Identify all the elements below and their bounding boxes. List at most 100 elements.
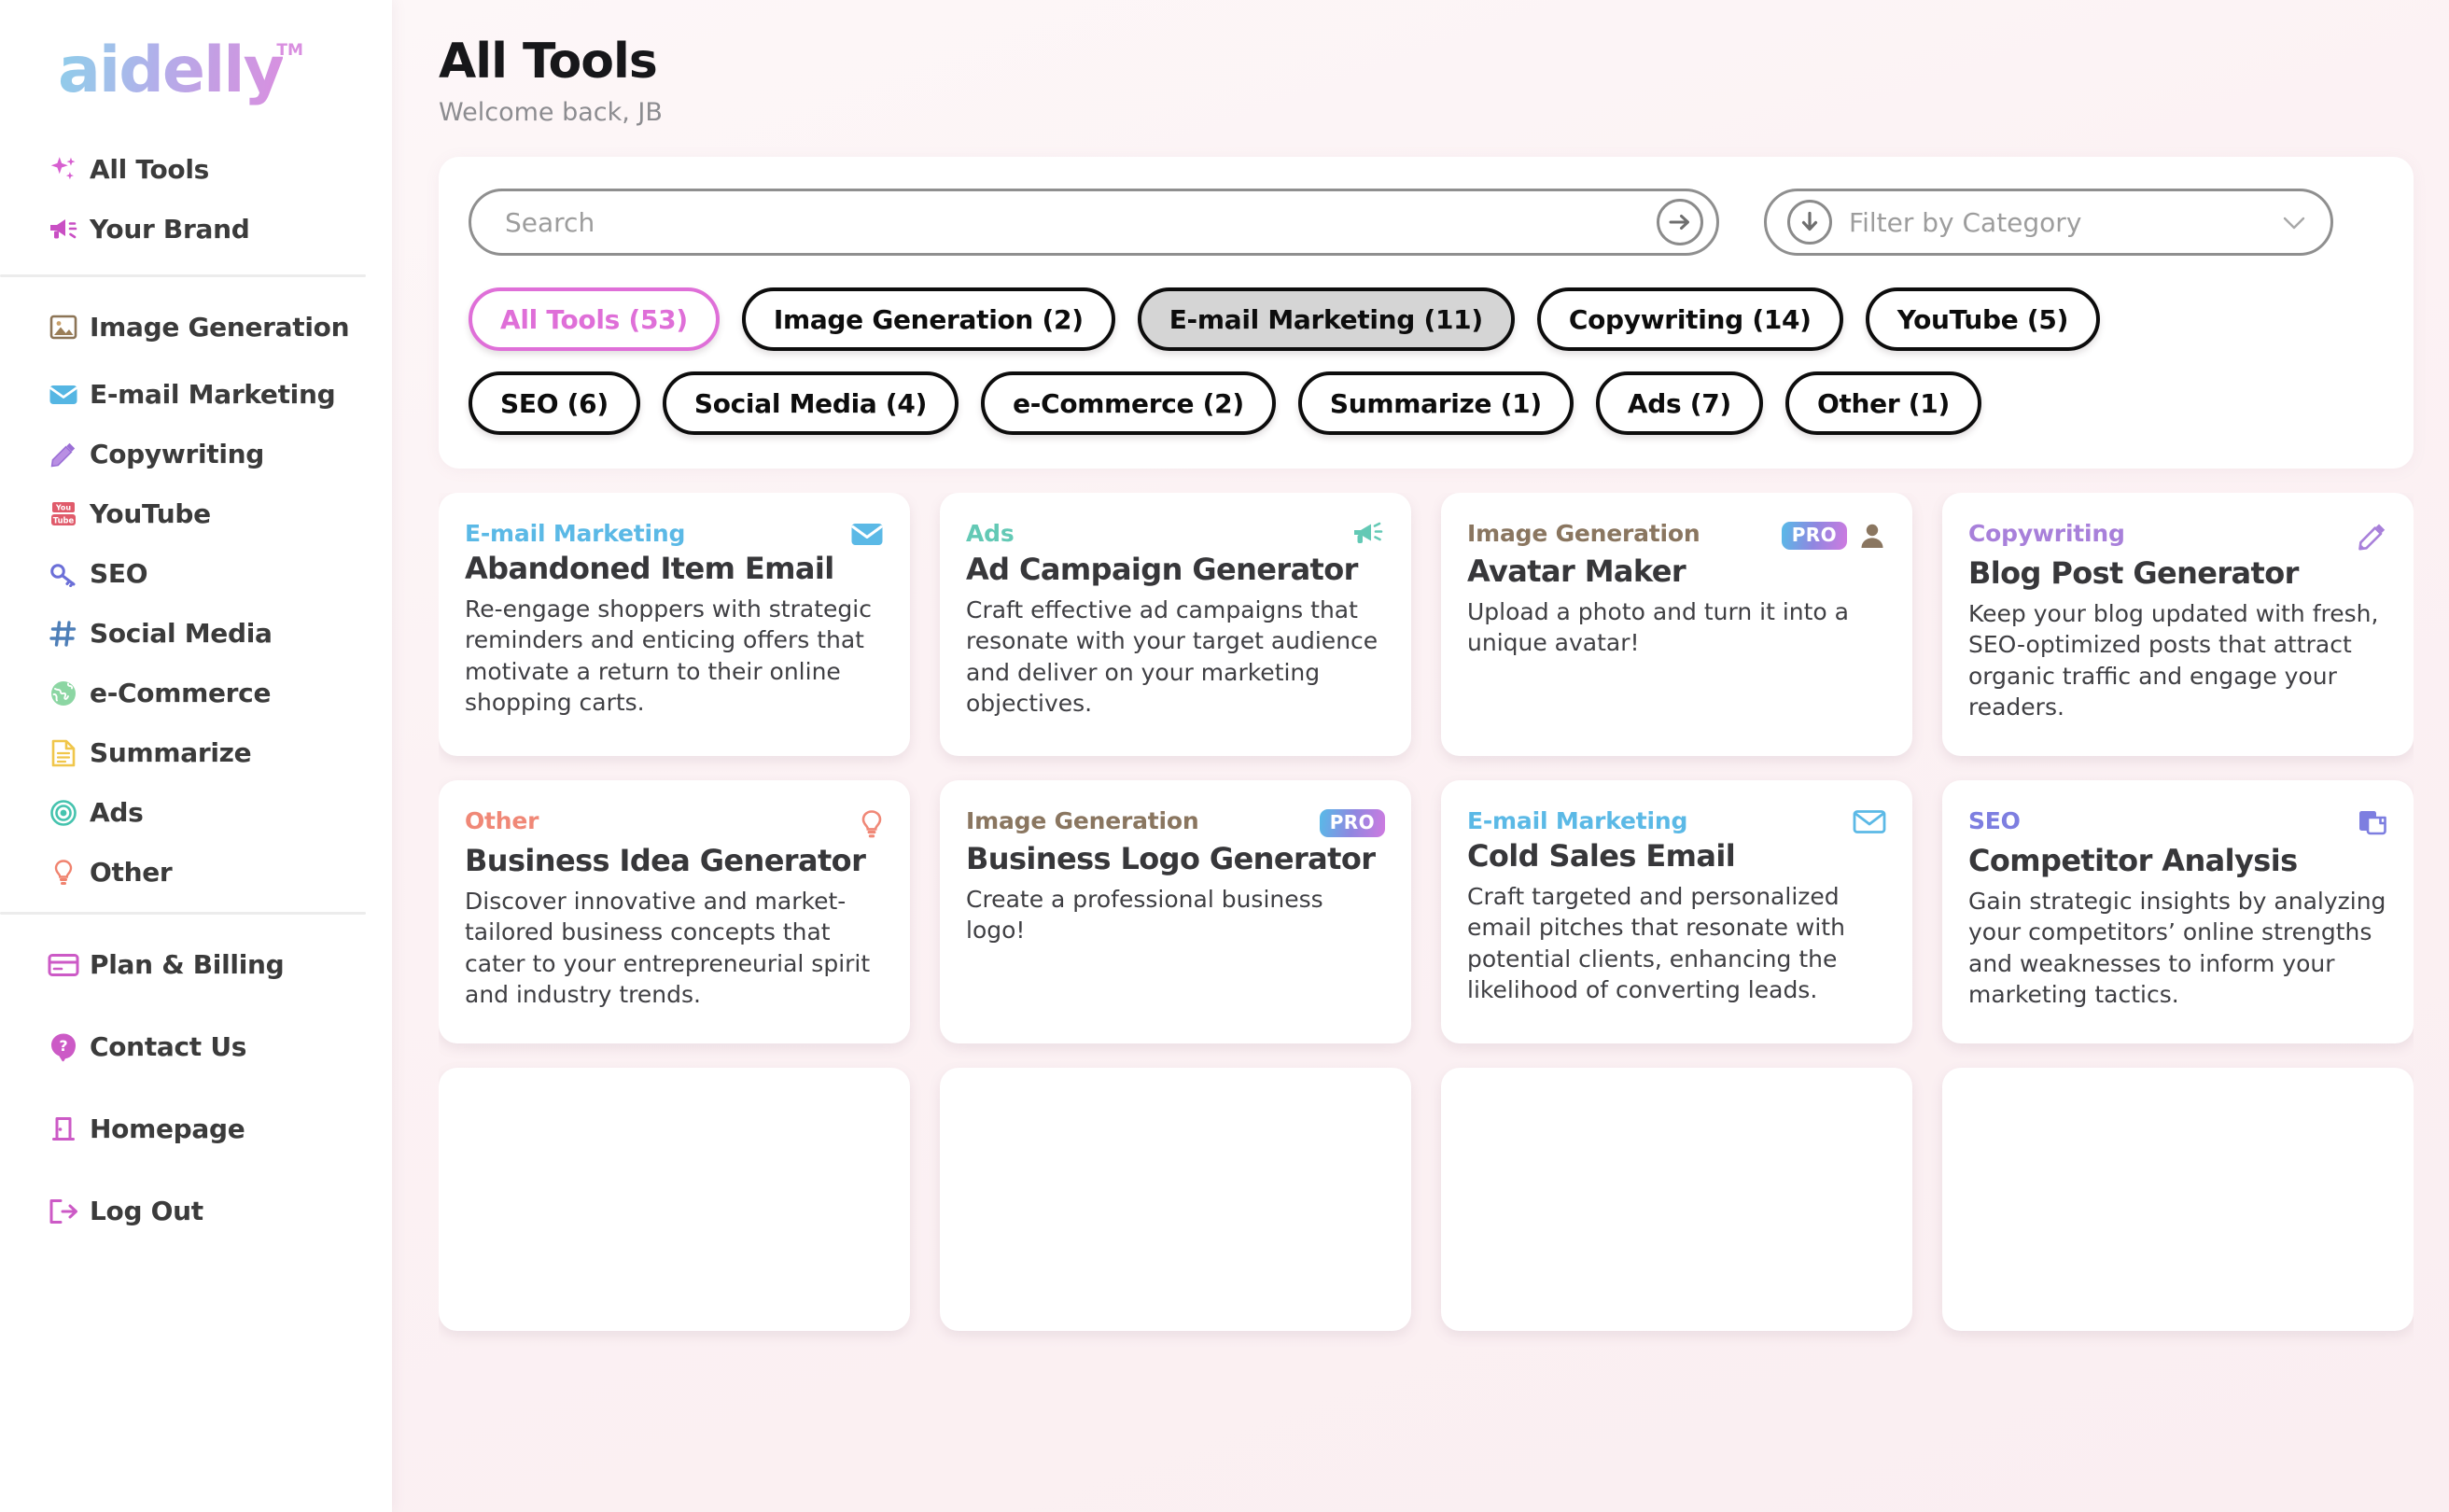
- category-pill-rows: All Tools (53) Image Generation (2) E-ma…: [469, 287, 2384, 435]
- tool-card-category: Copywriting: [1968, 520, 2125, 547]
- tool-card-title: Cold Sales Email: [1467, 838, 1736, 874]
- tool-card[interactable]: E-mail Marketing Cold Sales Email Craft ta…: [1441, 780, 1912, 1043]
- sidebar-item-copywriting[interactable]: Copywriting: [0, 425, 392, 484]
- sidebar-item-label: Summarize: [90, 737, 252, 769]
- brand-logo[interactable]: aidelly TM: [0, 0, 392, 140]
- envelope-icon: [37, 384, 90, 406]
- tool-card-description: Upload a photo and turn it into a unique…: [1467, 598, 1849, 657]
- sidebar-item-homepage[interactable]: Homepage: [0, 1088, 392, 1170]
- pill-ecommerce[interactable]: e-Commerce (2): [981, 371, 1276, 435]
- tool-card[interactable]: E-mail Marketing Abandoned Item Email Re-e…: [439, 493, 910, 756]
- tool-card[interactable]: Image Generation PRO Business Logo Generat…: [940, 780, 1411, 1043]
- trademark-mark: TM: [276, 40, 303, 60]
- sidebar-item-log-out[interactable]: Log Out: [0, 1170, 392, 1253]
- key-icon: [37, 561, 90, 587]
- megaphone-icon: [37, 216, 90, 244]
- category-filter-value: Filter by Category: [1849, 206, 2082, 238]
- pill-youtube[interactable]: YouTube (5): [1865, 287, 2101, 351]
- tool-card-header: E-mail Marketing: [465, 521, 884, 547]
- sidebar-item-label: All Tools: [90, 154, 210, 186]
- sidebar-item-contact-us[interactable]: ? Contact Us: [0, 1006, 392, 1088]
- tool-card[interactable]: [1942, 1068, 2414, 1331]
- category-filter-select[interactable]: Filter by Category: [1764, 189, 2333, 256]
- sidebar-item-all-tools[interactable]: All Tools: [0, 140, 392, 200]
- tool-card-category: Ads: [966, 520, 1015, 547]
- pill-summarize[interactable]: Summarize (1): [1297, 371, 1574, 435]
- filter-panel: Filter by Category All Tools (53) Image …: [439, 157, 2414, 469]
- tool-card-category: E-mail Marketing: [1467, 807, 1688, 834]
- tool-card[interactable]: Copywriting Blog Post Generator Keep your …: [1942, 493, 2414, 756]
- chevron-down-icon: [2282, 210, 2306, 234]
- tool-cards-viewport: E-mail Marketing Abandoned Item Email Re-e…: [439, 493, 2414, 1426]
- tool-card-title: Business Idea Generator: [465, 843, 866, 878]
- sidebar-primary-nav: All Tools Your Brand: [0, 140, 392, 259]
- document-icon: [37, 739, 90, 767]
- tool-card[interactable]: [439, 1068, 910, 1331]
- sidebar-item-email-marketing[interactable]: E-mail Marketing: [0, 365, 392, 425]
- lightbulb-icon: [37, 859, 90, 887]
- search-input[interactable]: [505, 206, 1657, 238]
- target-icon: [37, 799, 90, 827]
- sidebar-item-label: Contact Us: [90, 1031, 247, 1063]
- brand-logo-text: aidelly TM: [58, 34, 303, 107]
- tool-card-category: SEO: [1968, 807, 2021, 834]
- arrow-right-circle-icon[interactable]: [1657, 199, 1703, 245]
- tool-card-description: Gain strategic insights by analyzing you…: [1968, 888, 2386, 1008]
- tool-card-badges: [850, 521, 884, 547]
- tool-card-badges: [1351, 521, 1385, 548]
- tool-card-title: Blog Post Generator: [1968, 555, 2299, 591]
- tool-card[interactable]: Ads Ad Campaign Generator Craft effective …: [940, 493, 1411, 756]
- tool-card-title: Avatar Maker: [1467, 553, 1686, 589]
- sidebar-item-your-brand[interactable]: Your Brand: [0, 200, 392, 259]
- tool-card-title: Competitor Analysis: [1968, 843, 2298, 878]
- envelope-outline-icon: [1853, 809, 1886, 834]
- tool-card-badges: [1853, 808, 1886, 834]
- sidebar-item-label: YouTube: [90, 498, 211, 530]
- tool-card-category: Image Generation: [966, 807, 1199, 834]
- sidebar-item-summarize[interactable]: Summarize: [0, 723, 392, 783]
- sidebar-item-social-media[interactable]: Social Media: [0, 604, 392, 664]
- svg-text:?: ?: [59, 1037, 67, 1055]
- pill-email-marketing[interactable]: E-mail Marketing (11): [1137, 287, 1515, 351]
- pill-copywriting[interactable]: Copywriting (14): [1536, 287, 1843, 351]
- svg-text:You: You: [55, 504, 72, 512]
- tool-card-header: Other: [465, 808, 884, 839]
- sidebar-item-youtube[interactable]: You Tube YouTube: [0, 484, 392, 544]
- sidebar-item-label: SEO: [90, 558, 148, 590]
- sidebar-item-label: E-mail Marketing: [90, 379, 336, 411]
- sidebar-item-ecommerce[interactable]: e-Commerce: [0, 664, 392, 723]
- pill-social-media[interactable]: Social Media (4): [662, 371, 959, 435]
- sidebar-item-ads[interactable]: Ads: [0, 783, 392, 843]
- tool-card[interactable]: [1441, 1068, 1912, 1331]
- envelope-filled-icon: [850, 522, 884, 547]
- tool-card-header: E-mail Marketing: [1467, 808, 1886, 834]
- sidebar-divider-bottom: [0, 912, 366, 915]
- tool-card-description: Craft effective ad campaigns that resona…: [966, 596, 1378, 717]
- pill-seo[interactable]: SEO (6): [469, 371, 640, 435]
- megaphone-icon: [1351, 522, 1385, 548]
- pill-image-generation[interactable]: Image Generation (2): [741, 287, 1115, 351]
- sidebar-item-other[interactable]: Other: [0, 843, 392, 903]
- tool-card[interactable]: Image Generation PRO Avatar Maker Upload a …: [1441, 493, 1912, 756]
- tool-card[interactable]: SEO Competitor Analysis Gain strategic ins…: [1942, 780, 2414, 1043]
- credit-card-icon: [37, 953, 90, 977]
- tool-card[interactable]: [940, 1068, 1411, 1331]
- sidebar-item-label: Log Out: [90, 1196, 203, 1227]
- welcome-message: Welcome back, JB: [439, 98, 663, 127]
- sidebar-item-plan-billing[interactable]: Plan & Billing: [0, 924, 392, 1006]
- logout-icon: [37, 1198, 90, 1225]
- tool-card[interactable]: Other Business Idea Generator Discover inn…: [439, 780, 910, 1043]
- tool-card-description: Re-engage shoppers with strategic remind…: [465, 595, 872, 716]
- globe-icon: [37, 679, 90, 707]
- sidebar-item-label: Social Media: [90, 618, 273, 650]
- sidebar-item-seo[interactable]: SEO: [0, 544, 392, 604]
- pill-all-tools[interactable]: All Tools (53): [469, 287, 720, 351]
- tool-card-badges: [860, 808, 884, 839]
- tool-card-description: Keep your blog updated with fresh, SEO-o…: [1968, 600, 2379, 721]
- pill-ads[interactable]: Ads (7): [1595, 371, 1763, 435]
- search-row: Filter by Category: [469, 189, 2384, 256]
- sidebar-item-image-generation[interactable]: Image Generation: [0, 290, 392, 365]
- pill-other[interactable]: Other (1): [1784, 371, 1981, 435]
- tool-card-badges: PRO: [1319, 808, 1385, 837]
- search-box[interactable]: [469, 189, 1719, 256]
